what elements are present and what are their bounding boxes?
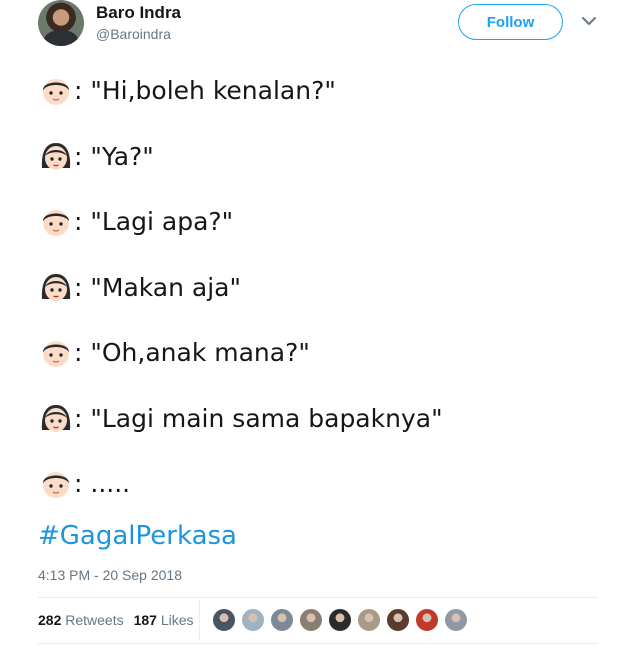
tweet-stats: 282 Retweets 187 Likes — [38, 612, 194, 628]
liker-avatar[interactable] — [415, 608, 439, 632]
tweet-timestamp[interactable]: 4:13 PM - 20 Sep 2018 — [38, 567, 182, 583]
boy-emoji-icon — [43, 209, 69, 236]
dialogue-line: : "Ya?" — [40, 124, 600, 190]
dialogue-text: : "Lagi main sama bapaknya" — [74, 403, 443, 433]
liker-avatar[interactable] — [328, 608, 352, 632]
likes-label: Likes — [160, 612, 194, 628]
author-handle[interactable]: @Baroindra — [96, 26, 171, 42]
tweet-header: Baro Indra @Baroindra Follow — [0, 0, 635, 60]
dialogue-line: : "Lagi apa?" — [40, 189, 600, 255]
dialogue-text: : ..... — [74, 469, 131, 499]
dialogue-line: : "Lagi main sama bapaknya" — [40, 386, 600, 452]
liker-avatar[interactable] — [212, 608, 236, 632]
dialogue-text: : "Makan aja" — [74, 272, 241, 302]
retweets-count: 282 — [38, 612, 62, 628]
boy-emoji-icon — [43, 78, 69, 105]
author-avatar[interactable] — [38, 0, 84, 46]
divider — [38, 597, 598, 598]
divider — [38, 643, 598, 644]
follow-button[interactable]: Follow — [458, 4, 563, 40]
dialogue-line: : "Makan aja" — [40, 255, 600, 321]
divider — [199, 600, 200, 640]
likes-count: 187 — [133, 612, 157, 628]
liker-avatar[interactable] — [444, 608, 468, 632]
likes-stat[interactable]: 187 Likes — [134, 612, 194, 628]
author-name[interactable]: Baro Indra — [96, 3, 181, 23]
retweets-stat[interactable]: 282 Retweets — [38, 612, 124, 628]
liker-avatar[interactable] — [357, 608, 381, 632]
girl-emoji-icon — [41, 143, 71, 171]
girl-emoji-icon — [41, 405, 71, 433]
dialogue-line: : ..... — [40, 451, 600, 517]
dialogue-text: : "Oh,anak mana?" — [74, 338, 310, 368]
dialogue-text: : "Hi,boleh kenalan?" — [74, 76, 336, 106]
liker-avatar[interactable] — [270, 608, 294, 632]
retweets-label: Retweets — [65, 612, 124, 628]
liker-avatar[interactable] — [386, 608, 410, 632]
boy-emoji-icon — [43, 471, 69, 498]
boy-emoji-icon — [43, 340, 69, 367]
likers-avatars — [212, 608, 473, 632]
hashtag-link[interactable]: #GagalPerkasa — [38, 521, 237, 551]
chevron-down-icon[interactable] — [580, 12, 598, 30]
tweet-text: : "Hi,boleh kenalan?" : "Ya?" : "Lagi ap… — [40, 58, 600, 517]
dialogue-text: : "Ya?" — [74, 141, 154, 171]
dialogue-text: : "Lagi apa?" — [74, 207, 234, 237]
girl-emoji-icon — [41, 274, 71, 302]
dialogue-line: : "Hi,boleh kenalan?" — [40, 58, 600, 124]
liker-avatar[interactable] — [299, 608, 323, 632]
liker-avatar[interactable] — [241, 608, 265, 632]
dialogue-line: : "Oh,anak mana?" — [40, 320, 600, 386]
